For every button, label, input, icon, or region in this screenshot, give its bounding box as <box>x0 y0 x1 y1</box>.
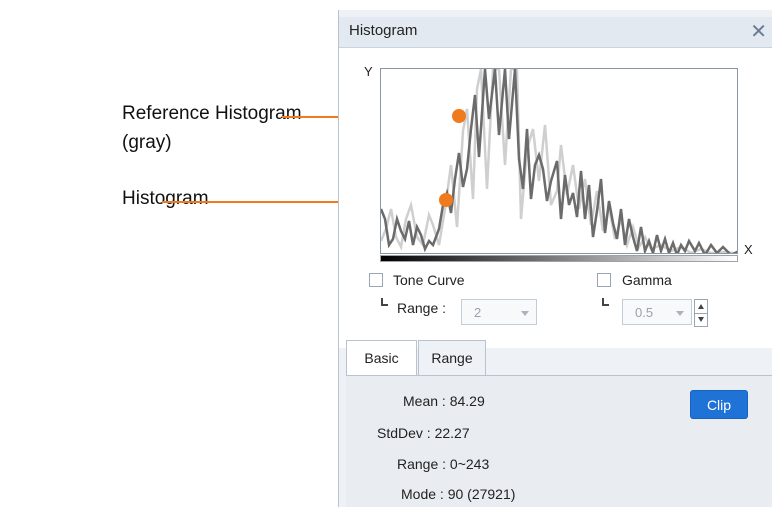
annotation-dot-histogram <box>439 193 453 207</box>
annotation-dot-reference <box>452 109 466 123</box>
annotation-markers <box>439 109 466 207</box>
tab-basic[interactable]: Basic <box>346 340 417 375</box>
tab-basic-label: Basic <box>364 350 399 366</box>
